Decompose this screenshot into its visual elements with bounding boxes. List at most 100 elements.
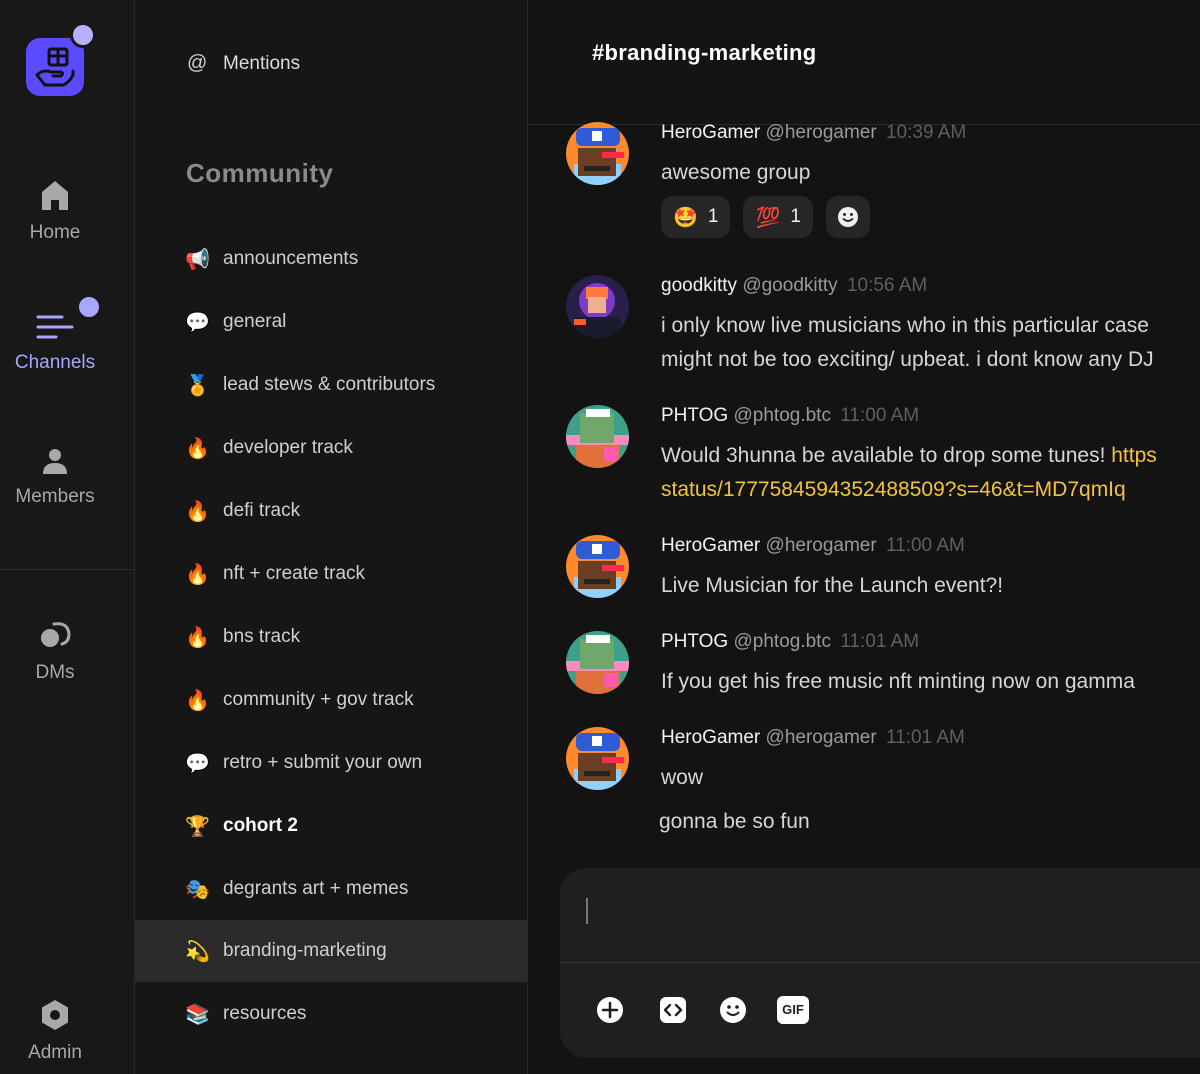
author-handle: @herogamer xyxy=(765,122,877,143)
settings-hex-icon xyxy=(42,1000,68,1030)
author-name[interactable]: HeroGamer xyxy=(661,122,760,143)
avatar[interactable] xyxy=(566,275,629,338)
channel-name: defi track xyxy=(223,500,301,521)
avatar[interactable] xyxy=(566,727,629,790)
channel-name: cohort 2 xyxy=(223,815,298,836)
megaphone-icon: 📢 xyxy=(185,248,210,271)
timestamp: 10:39 AM xyxy=(885,122,967,143)
rail-channels-label: Channels xyxy=(14,352,96,373)
rail-dms-label: DMs xyxy=(35,662,75,683)
channel-item[interactable]: 🔥 nft + create track xyxy=(135,543,527,605)
channel-item[interactable]: 🎭 degrants art + memes xyxy=(135,858,527,920)
message-meta: HeroGamer @herogamer 11:01 AM xyxy=(661,727,965,749)
at-icon: @ xyxy=(187,52,208,74)
message-link[interactable]: https xyxy=(1111,444,1157,467)
community-heading: Community xyxy=(186,158,334,188)
message-body: If you get his free music nft minting no… xyxy=(661,665,1135,699)
fire-icon: 🔥 xyxy=(185,500,210,523)
timestamp: 11:00 AM xyxy=(885,535,965,556)
message-line: Would 3hunna be available to drop some t… xyxy=(661,439,1157,473)
channel-item-unread[interactable]: 🏆 cohort 2 xyxy=(135,795,527,857)
add-reaction-button[interactable] xyxy=(825,196,870,238)
channel-item[interactable]: 📢 announcements xyxy=(135,228,527,290)
avatar[interactable] xyxy=(566,631,629,694)
rail-home-label: Home xyxy=(29,222,81,243)
channel-title: #branding-marketing xyxy=(592,40,817,65)
message-line: wow xyxy=(661,766,704,789)
channel-item[interactable]: 💬 general xyxy=(135,291,527,353)
channel-item[interactable]: 🔥 developer track xyxy=(135,417,527,479)
gif-icon[interactable]: GIF xyxy=(777,996,809,1024)
code-icon[interactable] xyxy=(659,996,687,1024)
emoji-icon[interactable] xyxy=(719,996,747,1024)
channel-name: developer track xyxy=(223,437,353,458)
message-meta: PHTOG @phtog.btc 11:00 AM xyxy=(661,405,919,427)
message-composer: GIF xyxy=(560,868,1200,1058)
channel-item[interactable]: 🏅 lead stews & contributors xyxy=(135,354,527,416)
rail-admin-label: Admin xyxy=(28,1042,82,1063)
reactions: 🤩 1 💯 1 xyxy=(661,196,883,238)
text-caret xyxy=(586,898,588,924)
channel-item[interactable]: 🔥 defi track xyxy=(135,480,527,542)
channel-header: #branding-marketing xyxy=(528,0,1200,125)
smiley-icon xyxy=(837,207,858,227)
author-name[interactable]: PHTOG xyxy=(661,631,728,652)
add-icon[interactable] xyxy=(596,996,624,1024)
channel-item[interactable]: 🔥 bns track xyxy=(135,606,527,668)
message-body: Live Musician for the Launch event?! xyxy=(661,569,1003,603)
avatar[interactable] xyxy=(566,535,629,598)
rail-dms[interactable]: DMs xyxy=(0,618,110,684)
avatar[interactable] xyxy=(566,122,629,185)
mentions-link[interactable]: @ Mentions xyxy=(187,52,300,75)
author-name[interactable]: HeroGamer xyxy=(661,535,760,556)
app-rail: Home Channels Members DMs Admin xyxy=(0,0,135,1074)
rail-members-label: Members xyxy=(15,486,95,507)
goodkitty-avatar-icon xyxy=(566,275,629,338)
message-line: i only know live musicians who in this p… xyxy=(661,314,1149,337)
reaction-hundred[interactable]: 💯 1 xyxy=(743,196,813,238)
channel-name: bns track xyxy=(223,626,301,647)
rail-divider xyxy=(0,569,134,570)
rail-channels[interactable]: Channels xyxy=(0,312,110,374)
home-icon xyxy=(42,181,68,210)
notification-dot xyxy=(70,22,96,48)
timestamp: 10:56 AM xyxy=(846,275,928,296)
channel-name: branding-marketing xyxy=(223,940,387,961)
message-meta: HeroGamer @herogamer 10:39 AM xyxy=(661,122,966,144)
author-name[interactable]: PHTOG xyxy=(661,405,728,426)
message-input[interactable] xyxy=(560,868,1200,963)
phtog-avatar-icon xyxy=(566,405,629,468)
message-line: If you get his free music nft minting no… xyxy=(661,670,1135,693)
dizzy-star-icon: 💫 xyxy=(185,940,210,963)
theater-masks-icon: 🎭 xyxy=(185,878,210,901)
author-name[interactable]: HeroGamer xyxy=(661,727,760,748)
channel-name: resources xyxy=(223,1003,307,1024)
message-body: awesome group xyxy=(661,156,810,190)
channel-sidebar: @ Mentions Community 📢 announcements 💬 g… xyxy=(135,0,528,1074)
timestamp: 11:01 AM xyxy=(840,631,920,652)
fire-icon: 🔥 xyxy=(185,626,210,649)
channels-icon xyxy=(36,315,74,339)
channel-item[interactable]: 📚 resources xyxy=(135,983,527,1045)
message-line: Live Musician for the Launch event?! xyxy=(661,574,1004,597)
rail-home[interactable]: Home xyxy=(0,178,110,244)
author-name[interactable]: goodkitty xyxy=(661,275,737,296)
message-link[interactable]: status/1777584594352488509?s=46&t=MD7qmI… xyxy=(661,473,1157,507)
rail-members[interactable]: Members xyxy=(0,446,110,508)
author-handle: @goodkitty xyxy=(742,275,838,296)
chat-panel: #branding-marketing HeroGamer @herogamer… xyxy=(528,0,1200,1074)
reaction-count: 1 xyxy=(790,206,801,227)
channel-item-active[interactable]: 💫 branding-marketing xyxy=(135,920,527,982)
app-logo[interactable] xyxy=(26,38,84,96)
channel-item[interactable]: 🔥 community + gov track xyxy=(135,669,527,731)
rail-admin[interactable]: Admin xyxy=(0,998,110,1064)
channel-item[interactable]: 💬 retro + submit your own xyxy=(135,732,527,794)
channel-name: lead stews & contributors xyxy=(223,374,436,395)
author-handle: @phtog.btc xyxy=(733,631,831,652)
reaction-star-struck[interactable]: 🤩 1 xyxy=(661,196,731,238)
message-meta: PHTOG @phtog.btc 11:01 AM xyxy=(661,631,919,653)
herogamer-avatar-icon xyxy=(566,727,629,790)
channel-name: general xyxy=(223,311,287,332)
avatar[interactable] xyxy=(566,405,629,468)
message-meta: goodkitty @goodkitty 10:56 AM xyxy=(661,275,927,297)
